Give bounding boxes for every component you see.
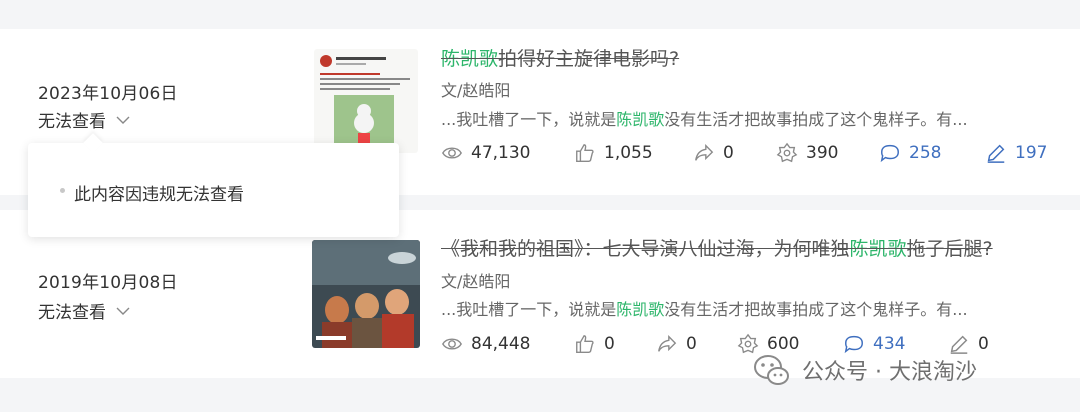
status-dropdown[interactable]: 无法查看	[38, 298, 130, 323]
article-thumbnail[interactable]	[314, 49, 418, 153]
popover-message: 此内容因违规无法查看	[74, 185, 244, 205]
stat-wow: 390	[776, 142, 838, 164]
wechat-icon	[754, 355, 789, 385]
status-label: 无法查看	[38, 303, 106, 323]
thumbnail-image	[312, 240, 420, 348]
thumbs-up-icon	[576, 335, 594, 353]
stat-shares: 0	[693, 142, 734, 164]
stat-shares: 0	[656, 333, 697, 355]
watermark: 公众号 · 大浪淘沙	[752, 350, 977, 390]
status-dropdown[interactable]: 无法查看	[38, 107, 130, 132]
bullet-dot	[60, 188, 65, 193]
thumbs-up-icon	[576, 144, 594, 162]
stat-views: 84,448	[441, 333, 530, 355]
pencil-icon	[987, 144, 1005, 163]
wow-icon	[776, 142, 798, 163]
publish-date: 2019年10月08日	[38, 273, 178, 293]
article-title[interactable]: 陈凯歌拍得好主旋律电影吗?	[441, 44, 679, 71]
chevron-down-icon	[116, 116, 130, 124]
status-label: 无法查看	[38, 112, 106, 132]
watermark-text: 公众号 · 大浪淘沙	[802, 360, 977, 385]
chevron-down-icon	[116, 307, 130, 315]
article-thumbnail[interactable]	[312, 240, 420, 348]
share-icon	[658, 335, 677, 352]
eye-icon	[442, 338, 462, 350]
status-popover: 此内容因违规无法查看	[28, 143, 399, 237]
comment-icon	[880, 144, 899, 163]
share-icon	[695, 144, 714, 161]
article-excerpt: ...我吐槽了一下，说就是陈凯歌没有生活才把故事拍成了这个鬼样子。有...	[441, 110, 968, 129]
stat-likes: 0	[574, 333, 615, 355]
stat-notes[interactable]: 197	[985, 142, 1047, 164]
article-author: 文/赵皓阳	[441, 272, 511, 291]
article-author: 文/赵皓阳	[441, 81, 511, 100]
thumbnail-image	[314, 49, 418, 153]
publish-date: 2023年10月06日	[38, 84, 178, 104]
stat-likes: 1,055	[574, 142, 653, 164]
eye-icon	[442, 147, 462, 159]
stat-views: 47,130	[441, 142, 530, 164]
article-title[interactable]: 《我和我的祖国》：七大导演八仙过海，为何唯独陈凯歌拖子后腿?	[441, 234, 993, 261]
article-excerpt: ...我吐槽了一下，说就是陈凯歌没有生活才把故事拍成了这个鬼样子。有...	[441, 300, 968, 319]
stat-comments[interactable]: 258	[879, 142, 941, 164]
